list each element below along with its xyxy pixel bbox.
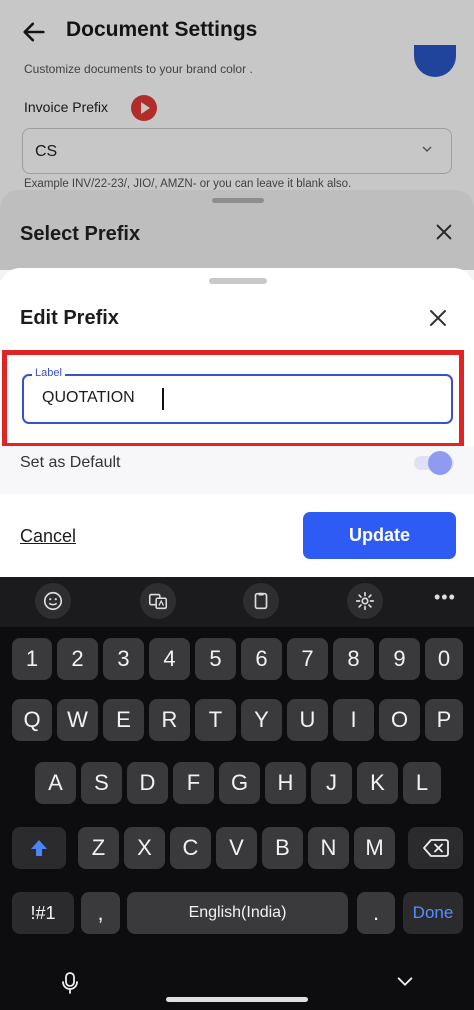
set-default-label: Set as Default [20,454,121,471]
key-z[interactable]: Z [78,827,119,869]
backspace-key[interactable] [408,827,463,869]
period-key[interactable]: . [357,892,395,934]
backspace-icon [422,839,449,857]
key-q[interactable]: Q [12,699,52,741]
scrim-secondary[interactable] [0,190,474,270]
more-icon[interactable]: ••• [434,587,456,608]
key-5[interactable]: 5 [195,638,236,680]
key-f[interactable]: F [173,762,214,804]
shift-key[interactable] [12,827,66,869]
drag-handle[interactable] [209,278,267,284]
key-j[interactable]: J [311,762,352,804]
soft-keyboard: ••• 1 2 3 4 5 6 7 8 9 0 Q W E R T Y U I … [0,577,474,1010]
key-x[interactable]: X [124,827,165,869]
key-y[interactable]: Y [241,699,282,741]
translate-icon[interactable] [140,583,176,619]
key-0[interactable]: 0 [425,638,463,680]
key-u[interactable]: U [287,699,328,741]
key-9[interactable]: 9 [379,638,420,680]
comma-key[interactable]: , [81,892,120,934]
key-l[interactable]: L [403,762,441,804]
key-2[interactable]: 2 [57,638,98,680]
symbols-key[interactable]: !#1 [12,892,74,934]
key-a[interactable]: A [35,762,76,804]
key-k[interactable]: K [357,762,398,804]
home-indicator[interactable] [166,997,308,1002]
key-w[interactable]: W [57,699,98,741]
key-6[interactable]: 6 [241,638,282,680]
key-r[interactable]: R [149,699,190,741]
key-s[interactable]: S [81,762,122,804]
key-4[interactable]: 4 [149,638,190,680]
key-i[interactable]: I [333,699,374,741]
key-b[interactable]: B [262,827,303,869]
edit-prefix-title: Edit Prefix [20,307,119,329]
done-key[interactable]: Done [403,892,463,934]
key-o[interactable]: O [379,699,420,741]
update-button[interactable]: Update [303,512,456,559]
key-g[interactable]: G [219,762,260,804]
field-label: Label [32,367,65,379]
key-8[interactable]: 8 [333,638,374,680]
key-v[interactable]: V [216,827,257,869]
settings-icon[interactable] [347,583,383,619]
key-m[interactable]: M [354,827,395,869]
key-p[interactable]: P [425,699,463,741]
shift-icon [31,840,47,856]
key-7[interactable]: 7 [287,638,328,680]
key-d[interactable]: D [127,762,168,804]
key-c[interactable]: C [170,827,211,869]
keyboard-bottom-bar [0,963,474,1010]
label-field[interactable]: Label [22,367,453,424]
label-input[interactable] [42,389,422,407]
space-key[interactable]: English(India) [127,892,348,934]
text-caret [162,388,164,410]
keyboard-toolbar: ••• [0,577,474,627]
emoji-icon[interactable] [35,583,71,619]
key-h[interactable]: H [265,762,306,804]
key-t[interactable]: T [195,699,236,741]
toggle-knob [428,451,452,475]
close-icon[interactable] [426,306,450,330]
key-3[interactable]: 3 [103,638,144,680]
hide-keyboard-icon[interactable] [394,971,416,993]
key-n[interactable]: N [308,827,349,869]
cancel-button[interactable]: Cancel [20,526,76,547]
set-default-row: Set as Default [0,446,474,494]
key-e[interactable]: E [103,699,144,741]
microphone-icon[interactable] [60,971,80,995]
key-1[interactable]: 1 [12,638,52,680]
edit-prefix-sheet: Edit Prefix Label Set as Default Cancel … [0,268,474,578]
set-default-toggle[interactable] [414,449,456,475]
clipboard-icon[interactable] [243,583,279,619]
